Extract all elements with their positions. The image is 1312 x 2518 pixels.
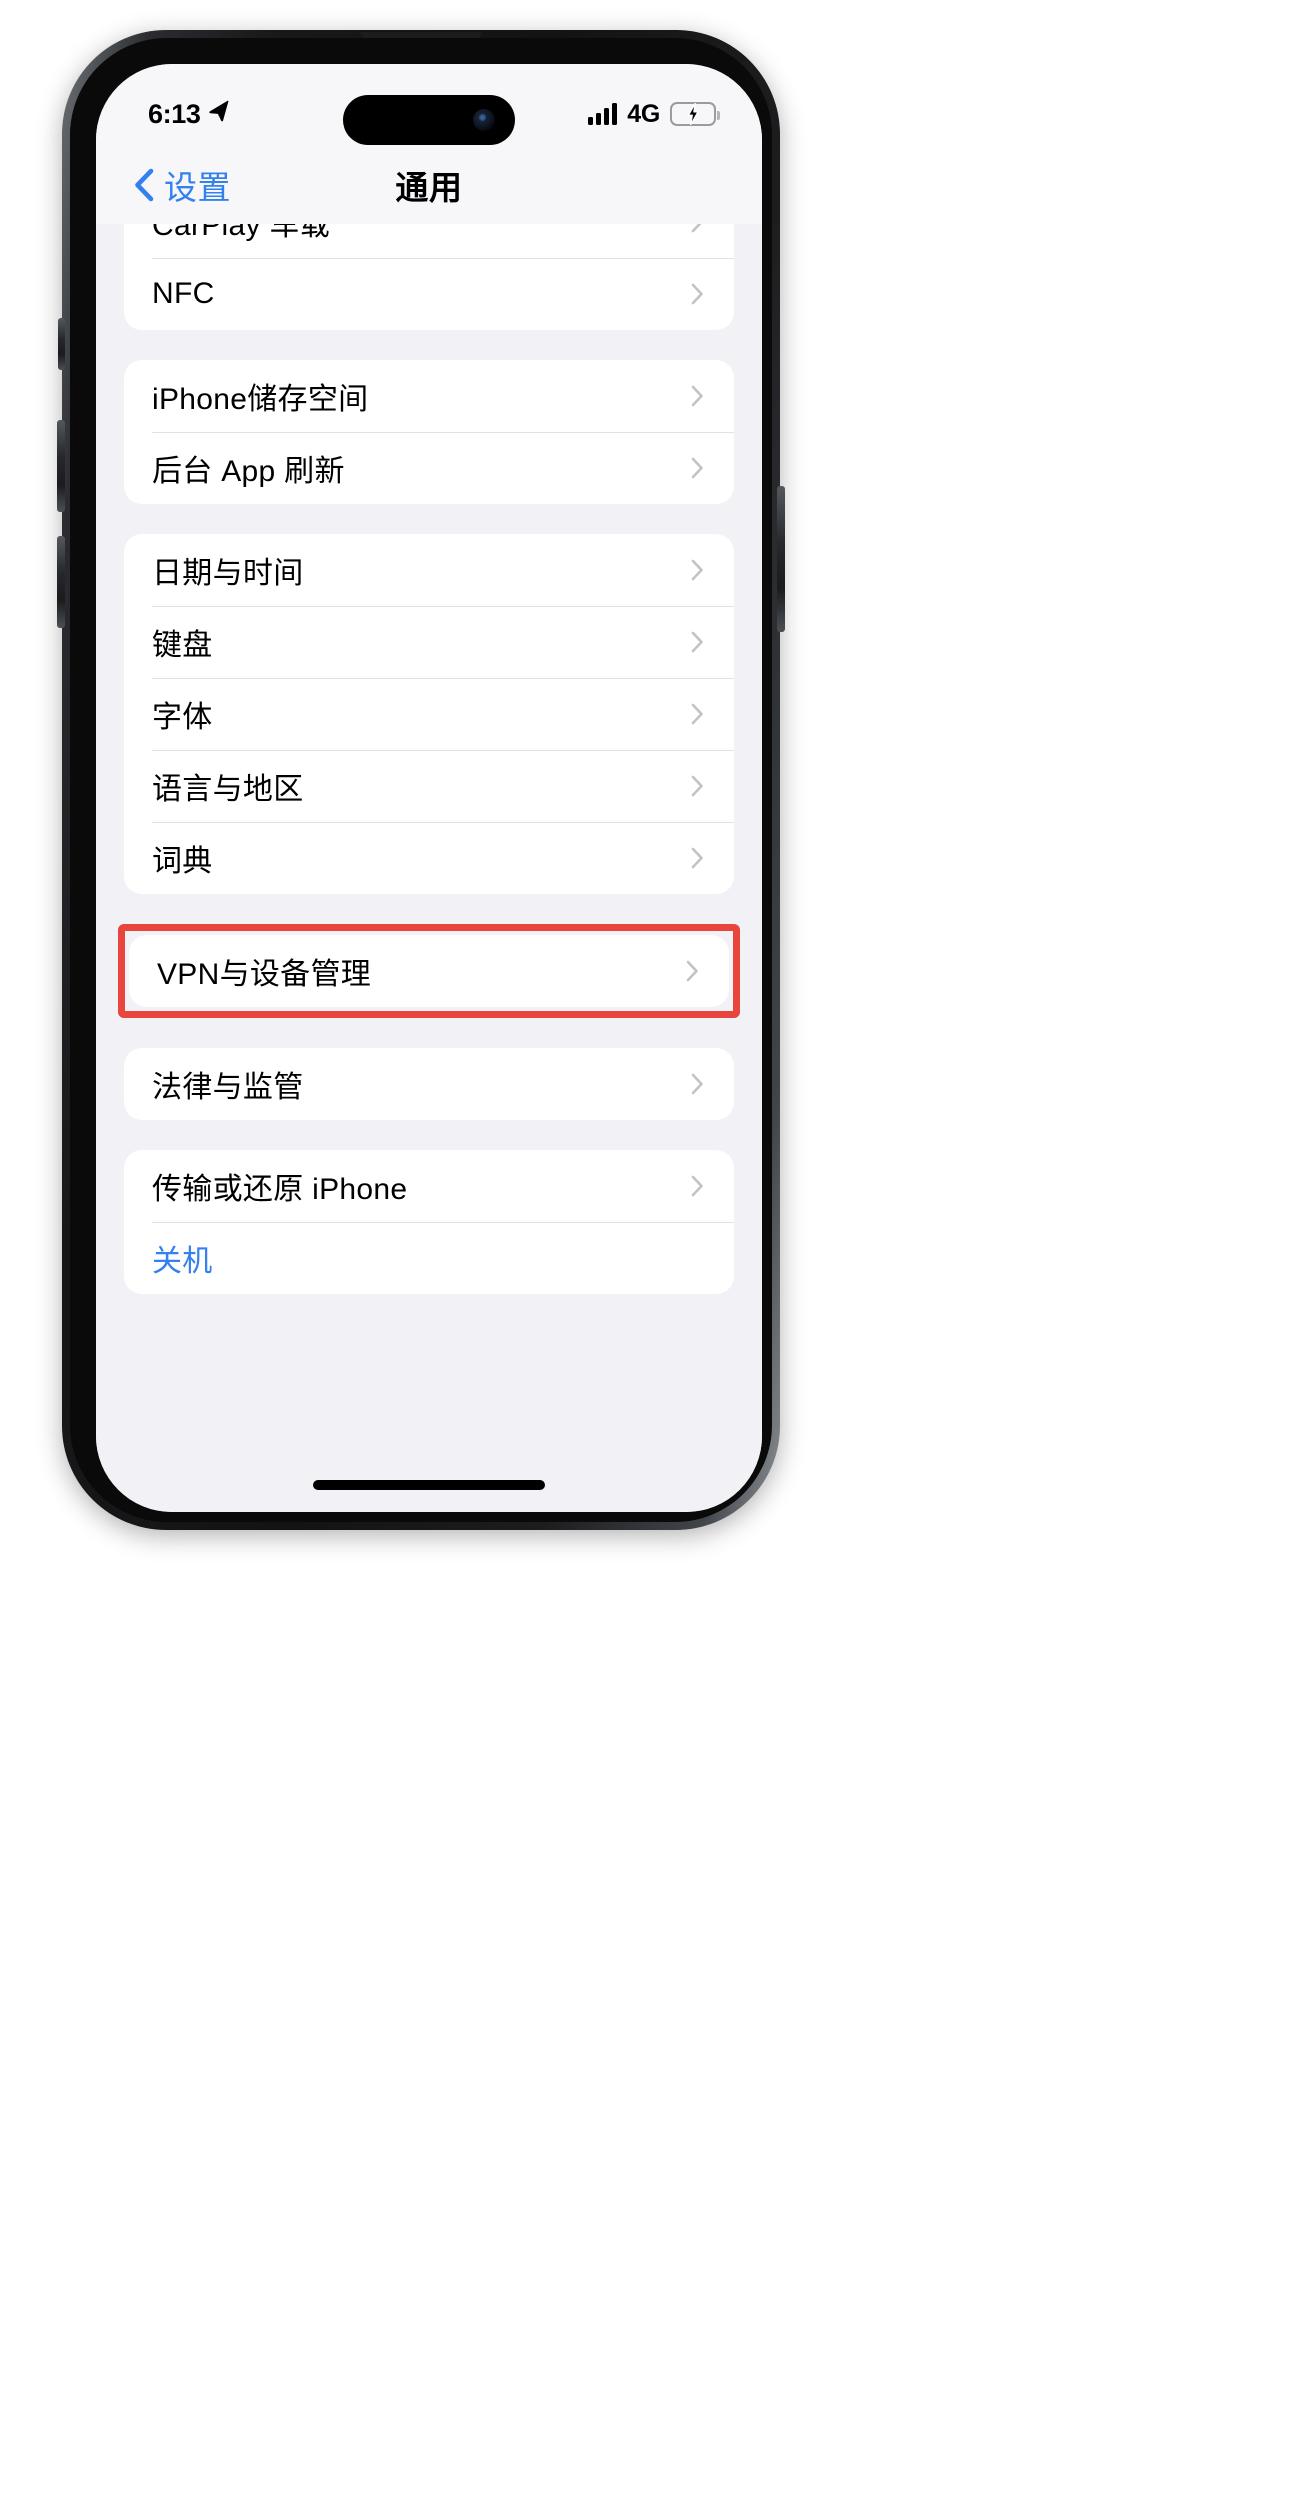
- cellular-signal-icon: [588, 103, 618, 125]
- network-type-label: 4G: [627, 99, 660, 128]
- phone-device-frame: 6:13 4G 设置 通用 CarPlay 车载 NFC iPhone储存空间 …: [57, 30, 785, 1530]
- settings-row-carplay[interactable]: CarPlay 车载: [124, 224, 734, 258]
- settings-row-transfer-reset-iphone[interactable]: 传输或还原 iPhone: [124, 1150, 734, 1222]
- settings-row-legal-regulatory-label: 法律与监管: [152, 1071, 304, 1104]
- chevron-right-icon: [691, 224, 704, 233]
- chevron-left-icon: [132, 168, 154, 202]
- settings-row-fonts-label: 字体: [152, 701, 213, 734]
- settings-row-vpn-device-management[interactable]: VPN与设备管理: [129, 935, 729, 1007]
- highlight-annotation-box: VPN与设备管理: [118, 924, 740, 1018]
- chevron-right-icon: [691, 283, 704, 305]
- chevron-right-icon: [691, 457, 704, 479]
- front-camera-icon: [473, 109, 495, 131]
- status-bar-right: 4G: [588, 99, 720, 129]
- settings-row-legal-regulatory[interactable]: 法律与监管: [124, 1048, 734, 1120]
- settings-row-iphone-storage[interactable]: iPhone储存空间: [124, 360, 734, 432]
- home-indicator[interactable]: [313, 1480, 545, 1490]
- phone-screen: 6:13 4G 设置 通用 CarPlay 车载 NFC iPhone储存空间 …: [96, 64, 762, 1512]
- chevron-right-icon: [691, 847, 704, 869]
- settings-row-nfc[interactable]: NFC: [124, 258, 734, 330]
- silent-switch-button[interactable]: [58, 318, 65, 370]
- settings-row-dictionary-label: 词典: [152, 845, 213, 878]
- settings-row-background-app-refresh[interactable]: 后台 App 刷新: [124, 432, 734, 504]
- settings-row-iphone-storage-label: iPhone储存空间: [152, 383, 369, 416]
- volume-up-button[interactable]: [57, 420, 65, 512]
- chevron-right-icon: [691, 631, 704, 653]
- settings-row-shut-down-label: 关机: [152, 1245, 213, 1278]
- settings-group-storage: iPhone储存空间 后台 App 刷新: [124, 360, 734, 504]
- back-button[interactable]: 设置: [132, 161, 231, 209]
- chevron-right-icon: [691, 559, 704, 581]
- settings-row-date-time-label: 日期与时间: [152, 557, 304, 590]
- settings-row-keyboard-label: 键盘: [152, 629, 213, 662]
- power-side-button[interactable]: [777, 486, 785, 632]
- back-button-label: 设置: [164, 169, 231, 206]
- settings-row-background-app-refresh-label: 后台 App 刷新: [152, 455, 345, 488]
- settings-row-transfer-reset-iphone-label: 传输或还原 iPhone: [152, 1173, 408, 1206]
- chevron-right-icon: [691, 1073, 704, 1095]
- settings-row-shut-down[interactable]: 关机: [124, 1222, 734, 1294]
- settings-row-dictionary[interactable]: 词典: [124, 822, 734, 894]
- settings-group-connectivity: CarPlay 车载 NFC: [124, 224, 734, 330]
- settings-group-system: 日期与时间 键盘 字体 语言与地区 词典: [124, 534, 734, 894]
- settings-row-language-region[interactable]: 语言与地区: [124, 750, 734, 822]
- settings-row-language-region-label: 语言与地区: [152, 773, 304, 806]
- location-arrow-icon: [207, 99, 231, 130]
- settings-row-fonts[interactable]: 字体: [124, 678, 734, 750]
- chevron-right-icon: [691, 1175, 704, 1197]
- chevron-right-icon: [691, 385, 704, 407]
- settings-group-reset: 传输或还原 iPhone 关机: [124, 1150, 734, 1294]
- phone-bezel: 6:13 4G 设置 通用 CarPlay 车载 NFC iPhone储存空间 …: [70, 38, 772, 1522]
- navigation-bar: 设置 通用: [96, 146, 762, 224]
- settings-row-vpn-device-management-label: VPN与设备管理: [157, 958, 372, 991]
- battery-charging-icon: [670, 102, 720, 126]
- chevron-right-icon: [691, 703, 704, 725]
- settings-row-keyboard[interactable]: 键盘: [124, 606, 734, 678]
- settings-list[interactable]: CarPlay 车载 NFC iPhone储存空间 后台 App 刷新 日期与时…: [96, 224, 762, 1512]
- chevron-right-icon: [691, 775, 704, 797]
- volume-down-button[interactable]: [57, 536, 65, 628]
- dynamic-island[interactable]: [343, 95, 515, 145]
- settings-row-carplay-label: CarPlay 车载: [152, 224, 331, 242]
- status-bar-time: 6:13: [148, 98, 201, 129]
- status-bar-left: 6:13: [148, 99, 231, 130]
- settings-group-legal: 法律与监管: [124, 1048, 734, 1120]
- chevron-right-icon: [686, 960, 699, 982]
- settings-row-nfc-label: NFC: [152, 277, 215, 310]
- settings-row-date-time[interactable]: 日期与时间: [124, 534, 734, 606]
- settings-group-vpn: VPN与设备管理: [129, 935, 729, 1007]
